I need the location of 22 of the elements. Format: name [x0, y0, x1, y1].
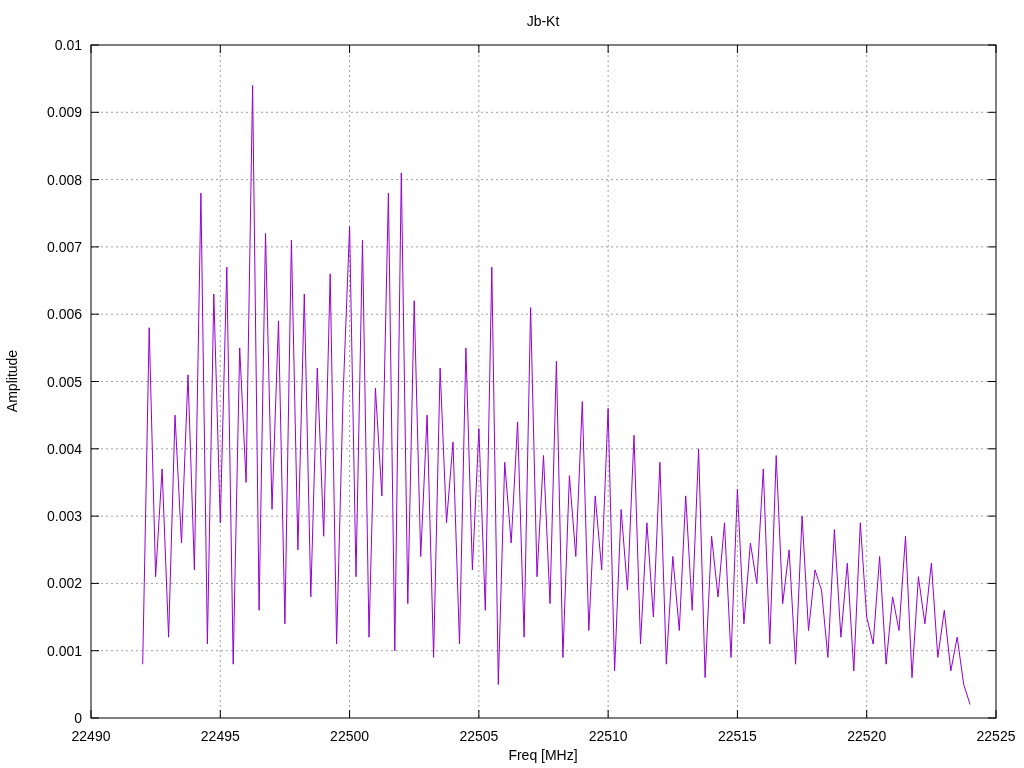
tick-label: 22495 [200, 728, 240, 744]
tick-label: 0.004 [46, 440, 82, 457]
tick-label: 0 [74, 710, 82, 726]
tick-label: 0.001 [46, 642, 82, 659]
tick-label: 22500 [330, 728, 370, 744]
tick-label: 0.002 [46, 575, 82, 592]
tick-label: 22520 [847, 728, 887, 744]
tick-label: 0.005 [46, 373, 82, 390]
tick-label: 0.01 [54, 37, 82, 53]
axis-label: Freq [MHz] [508, 747, 578, 763]
tick-label: 22510 [588, 728, 628, 744]
tick-label: 22525 [976, 728, 1016, 744]
tick-label: 22490 [71, 728, 111, 744]
tick-label: 0.008 [46, 171, 82, 188]
tick-label: 0.003 [46, 508, 82, 525]
chart-title: Jb-Kt [526, 13, 560, 29]
tick-label: 0.007 [46, 238, 82, 255]
tick-label: 0.006 [46, 306, 82, 323]
tick-label: 22505 [459, 728, 499, 744]
axis-label: Amplitude [4, 349, 20, 413]
tick-label: 0.009 [46, 104, 82, 121]
tick-label: 22515 [717, 728, 757, 744]
